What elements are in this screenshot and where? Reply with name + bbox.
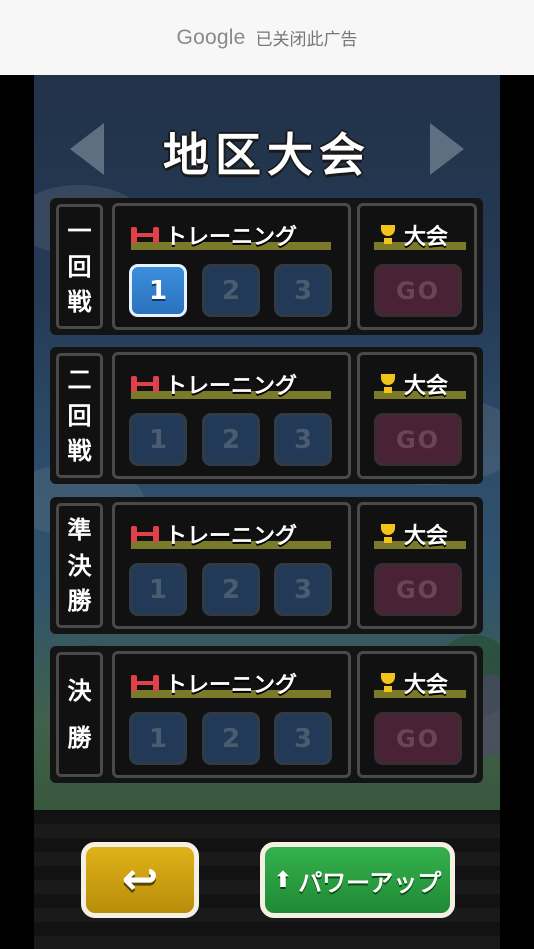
training-panel: トレーニング 1 2 3 — [112, 352, 351, 479]
dumbbell-icon — [131, 226, 159, 244]
trophy-icon — [378, 374, 398, 394]
contest-label: 大会 — [404, 374, 449, 399]
training-panel: トレーニング 1 2 3 — [112, 203, 351, 330]
go-button[interactable]: GO — [374, 712, 462, 765]
contest-heading: 大会 — [378, 369, 448, 399]
contest-panel: 大会 GO — [357, 203, 477, 330]
back-button[interactable]: ↩ — [81, 842, 199, 918]
training-button-2[interactable]: 2 — [202, 563, 260, 616]
contest-panel: 大会 GO — [357, 651, 477, 778]
training-button-3[interactable]: 3 — [274, 563, 332, 616]
go-button[interactable]: GO — [374, 413, 462, 466]
round-label-char: 二 — [67, 365, 92, 394]
round-row-1: 一 回 戦 トレーニング 1 2 3 大会 GO — [50, 198, 483, 335]
contest-heading: 大会 — [378, 220, 448, 250]
powerup-label: パワーアップ — [298, 868, 442, 897]
round-label-char: 準 — [67, 515, 92, 544]
training-label: トレーニング — [165, 374, 298, 399]
round-label: 準 決 勝 — [56, 503, 103, 628]
ad-closed-message: 已关闭此广告 — [255, 30, 358, 50]
training-heading: トレーニング — [131, 519, 297, 549]
training-button-2[interactable]: 2 — [202, 413, 260, 466]
dumbbell-icon — [131, 674, 159, 692]
round-label-char: 決 — [67, 676, 92, 705]
trophy-icon — [378, 225, 398, 245]
round-label-char: 戦 — [67, 288, 92, 317]
training-label: トレーニング — [165, 673, 298, 698]
training-button-1[interactable]: 1 — [129, 264, 187, 317]
training-heading: トレーニング — [131, 668, 297, 698]
contest-panel: 大会 GO — [357, 502, 477, 629]
round-label-char: 決 — [67, 551, 92, 580]
ad-banner: Google 已关闭此广告 — [0, 0, 534, 75]
contest-heading: 大会 — [378, 668, 448, 698]
round-label: 決 勝 — [56, 652, 103, 777]
go-button[interactable]: GO — [374, 264, 462, 317]
trophy-icon — [378, 673, 398, 693]
training-button-1[interactable]: 1 — [129, 413, 187, 466]
round-label: 二 回 戦 — [56, 353, 103, 478]
powerup-button[interactable]: ⬆ パワーアップ — [260, 842, 455, 918]
round-row-3: 準 決 勝 トレーニング 1 2 3 大会 GO — [50, 497, 483, 634]
training-panel: トレーニング 1 2 3 — [112, 502, 351, 629]
round-label-char: 勝 — [67, 587, 92, 616]
training-button-2[interactable]: 2 — [202, 264, 260, 317]
training-button-1[interactable]: 1 — [129, 563, 187, 616]
training-heading: トレーニング — [131, 369, 297, 399]
training-button-3[interactable]: 3 — [274, 712, 332, 765]
contest-label: 大会 — [404, 673, 449, 698]
round-label: 一 回 戦 — [56, 204, 103, 329]
right-arrow-icon[interactable] — [430, 123, 464, 175]
contest-label: 大会 — [404, 524, 449, 549]
training-button-2[interactable]: 2 — [202, 712, 260, 765]
training-label: トレーニング — [165, 225, 298, 250]
round-label-char: 回 — [67, 401, 92, 430]
contest-panel: 大会 GO — [357, 352, 477, 479]
contest-label: 大会 — [404, 225, 449, 250]
training-label: トレーニング — [165, 524, 298, 549]
contest-heading: 大会 — [378, 519, 448, 549]
training-button-3[interactable]: 3 — [274, 264, 332, 317]
round-label-char: 勝 — [67, 724, 92, 753]
round-label-char: 一 — [67, 216, 92, 245]
training-button-3[interactable]: 3 — [274, 413, 332, 466]
round-label-char: 戦 — [67, 437, 92, 466]
round-row-2: 二 回 戦 トレーニング 1 2 3 大会 GO — [50, 347, 483, 484]
dumbbell-icon — [131, 525, 159, 543]
round-label-char: 回 — [67, 252, 92, 281]
go-button[interactable]: GO — [374, 563, 462, 616]
trophy-icon — [378, 524, 398, 544]
training-heading: トレーニング — [131, 220, 297, 250]
return-arrow-icon: ↩ — [121, 854, 159, 905]
up-arrow-icon: ⬆ — [273, 867, 293, 893]
round-row-4: 決 勝 トレーニング 1 2 3 大会 GO — [50, 646, 483, 783]
training-panel: トレーニング 1 2 3 — [112, 651, 351, 778]
google-logo: Google — [176, 25, 246, 49]
training-button-1[interactable]: 1 — [129, 712, 187, 765]
dumbbell-icon — [131, 375, 159, 393]
title-row: 地区大会 — [34, 115, 500, 185]
